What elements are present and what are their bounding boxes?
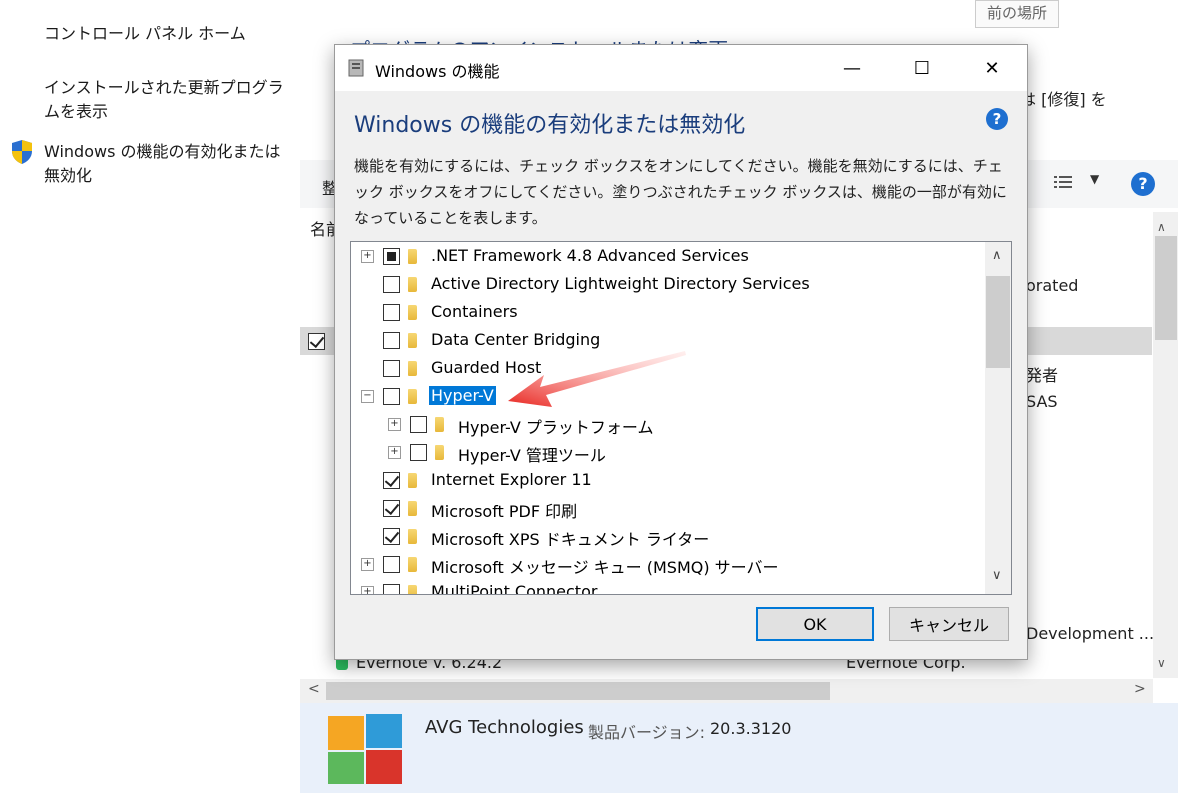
feature-row[interactable]: + MultiPoint Connector — [351, 578, 991, 594]
feature-checkbox[interactable] — [383, 360, 400, 377]
cancel-button[interactable]: キャンセル — [889, 607, 1009, 641]
table-cell: SAS — [1026, 392, 1058, 411]
table-cell: 発者 — [1026, 366, 1059, 385]
shield-icon — [10, 139, 34, 165]
installed-updates-link[interactable]: インストールされた更新プログラムを表示 — [44, 76, 294, 124]
scroll-right-icon[interactable]: > — [1134, 681, 1146, 697]
feature-row[interactable]: + .NET Framework 4.8 Advanced Services — [351, 242, 991, 270]
scrollbar-thumb-h[interactable] — [326, 682, 830, 700]
feature-row[interactable]: Internet Explorer 11 — [351, 466, 991, 494]
back-tooltip: 前の場所 — [975, 0, 1059, 28]
folder-icon — [408, 473, 417, 488]
folder-icon — [408, 557, 417, 572]
chevron-down-icon[interactable]: ▼ — [1090, 172, 1099, 186]
help-icon[interactable]: ? — [1131, 172, 1155, 196]
scroll-left-icon[interactable]: < — [308, 681, 320, 697]
feature-checkbox[interactable] — [410, 444, 427, 461]
expand-icon[interactable]: + — [361, 250, 374, 263]
feature-checkbox[interactable] — [383, 304, 400, 321]
feature-label[interactable]: Microsoft PDF 印刷 — [431, 498, 577, 522]
dialog-titlebar[interactable]: Windows の機能 — ☐ ✕ — [335, 45, 1027, 91]
minimize-button[interactable]: — — [817, 45, 887, 91]
feature-label[interactable]: Containers — [431, 302, 518, 321]
folder-icon — [435, 417, 444, 432]
feature-checkbox[interactable] — [383, 584, 400, 594]
folder-icon — [408, 529, 417, 544]
close-button[interactable]: ✕ — [957, 45, 1027, 91]
dialog-title: Windows の機能 — [375, 62, 500, 81]
feature-label[interactable]: Hyper-V プラットフォーム — [458, 414, 653, 438]
view-options-icon[interactable] — [1052, 172, 1076, 194]
ok-button[interactable]: OK — [756, 607, 874, 641]
scroll-up-icon[interactable]: ∧ — [1157, 220, 1166, 234]
feature-label[interactable]: Internet Explorer 11 — [431, 470, 592, 489]
feature-label[interactable]: .NET Framework 4.8 Advanced Services — [431, 246, 749, 265]
folder-icon — [435, 445, 444, 460]
feature-checkbox[interactable] — [383, 332, 400, 349]
expand-icon[interactable]: + — [361, 586, 374, 594]
feature-checkbox[interactable] — [383, 388, 400, 405]
status-company: AVG Technologies — [425, 717, 584, 738]
feature-checkbox[interactable] — [383, 500, 400, 517]
feature-row[interactable]: Microsoft XPS ドキュメント ライター — [351, 522, 991, 550]
table-cell: Development ... — [1026, 624, 1155, 643]
scroll-down-icon[interactable]: ∨ — [1157, 656, 1166, 670]
folder-icon — [408, 333, 417, 348]
expand-icon[interactable]: + — [388, 418, 401, 431]
feature-label[interactable]: Microsoft XPS ドキュメント ライター — [431, 526, 709, 550]
folder-icon — [408, 501, 417, 516]
feature-checkbox[interactable] — [383, 248, 400, 265]
status-version: 20.3.3120 — [710, 719, 792, 738]
row-checkbox[interactable] — [308, 333, 325, 350]
folder-icon — [408, 249, 417, 264]
feature-label[interactable]: Hyper-V — [429, 386, 496, 405]
windows-features-link[interactable]: Windows の機能の有効化または無効化 — [44, 140, 294, 188]
feature-row[interactable]: Microsoft PDF 印刷 — [351, 494, 991, 522]
control-panel-home-link[interactable]: コントロール パネル ホーム — [44, 22, 246, 46]
feature-row[interactable]: Active Directory Lightweight Directory S… — [351, 270, 991, 298]
scroll-up-icon[interactable]: ∧ — [992, 248, 1002, 263]
feature-row[interactable]: + Microsoft メッセージ キュー (MSMQ) サーバー — [351, 550, 991, 578]
help-icon[interactable]: ? — [986, 108, 1008, 130]
red-arrow-annotation — [508, 351, 686, 407]
folder-icon — [408, 305, 417, 320]
feature-checkbox[interactable] — [383, 528, 400, 545]
status-version-label: 製品バージョン: — [588, 723, 706, 742]
feature-label[interactable]: MultiPoint Connector — [431, 582, 597, 594]
dialog-description: 機能を有効にするには、チェック ボックスをオンにしてください。機能を無効にするに… — [354, 157, 1007, 227]
feature-checkbox[interactable] — [410, 416, 427, 433]
expand-icon[interactable]: + — [388, 446, 401, 459]
feature-checkbox[interactable] — [383, 472, 400, 489]
maximize-button[interactable]: ☐ — [887, 45, 957, 91]
repair-text: は [修復] を — [1020, 90, 1107, 109]
tree-scrollbar-thumb[interactable] — [986, 276, 1010, 368]
feature-checkbox[interactable] — [383, 556, 400, 573]
avg-logo-icon — [326, 712, 404, 786]
folder-icon — [408, 585, 417, 594]
feature-row[interactable]: Containers — [351, 298, 991, 326]
folder-icon — [408, 277, 417, 292]
table-cell: orated — [1026, 276, 1079, 295]
feature-checkbox[interactable] — [383, 276, 400, 293]
features-tree[interactable]: + .NET Framework 4.8 Advanced Services Act… — [350, 241, 1012, 595]
feature-label[interactable]: Microsoft メッセージ キュー (MSMQ) サーバー — [431, 554, 779, 578]
feature-row[interactable]: + Hyper-V 管理ツール — [351, 438, 991, 466]
scroll-down-icon[interactable]: ∨ — [992, 568, 1002, 583]
scrollbar-thumb[interactable] — [1155, 236, 1177, 340]
dialog-heading: Windows の機能の有効化または無効化 — [354, 113, 746, 138]
feature-label[interactable]: Hyper-V 管理ツール — [458, 442, 606, 466]
folder-icon — [408, 389, 417, 404]
expand-icon[interactable]: + — [361, 558, 374, 571]
features-app-icon — [347, 57, 367, 79]
collapse-icon[interactable]: − — [361, 390, 374, 403]
feature-label[interactable]: Active Directory Lightweight Directory S… — [431, 274, 810, 293]
folder-icon — [408, 361, 417, 376]
